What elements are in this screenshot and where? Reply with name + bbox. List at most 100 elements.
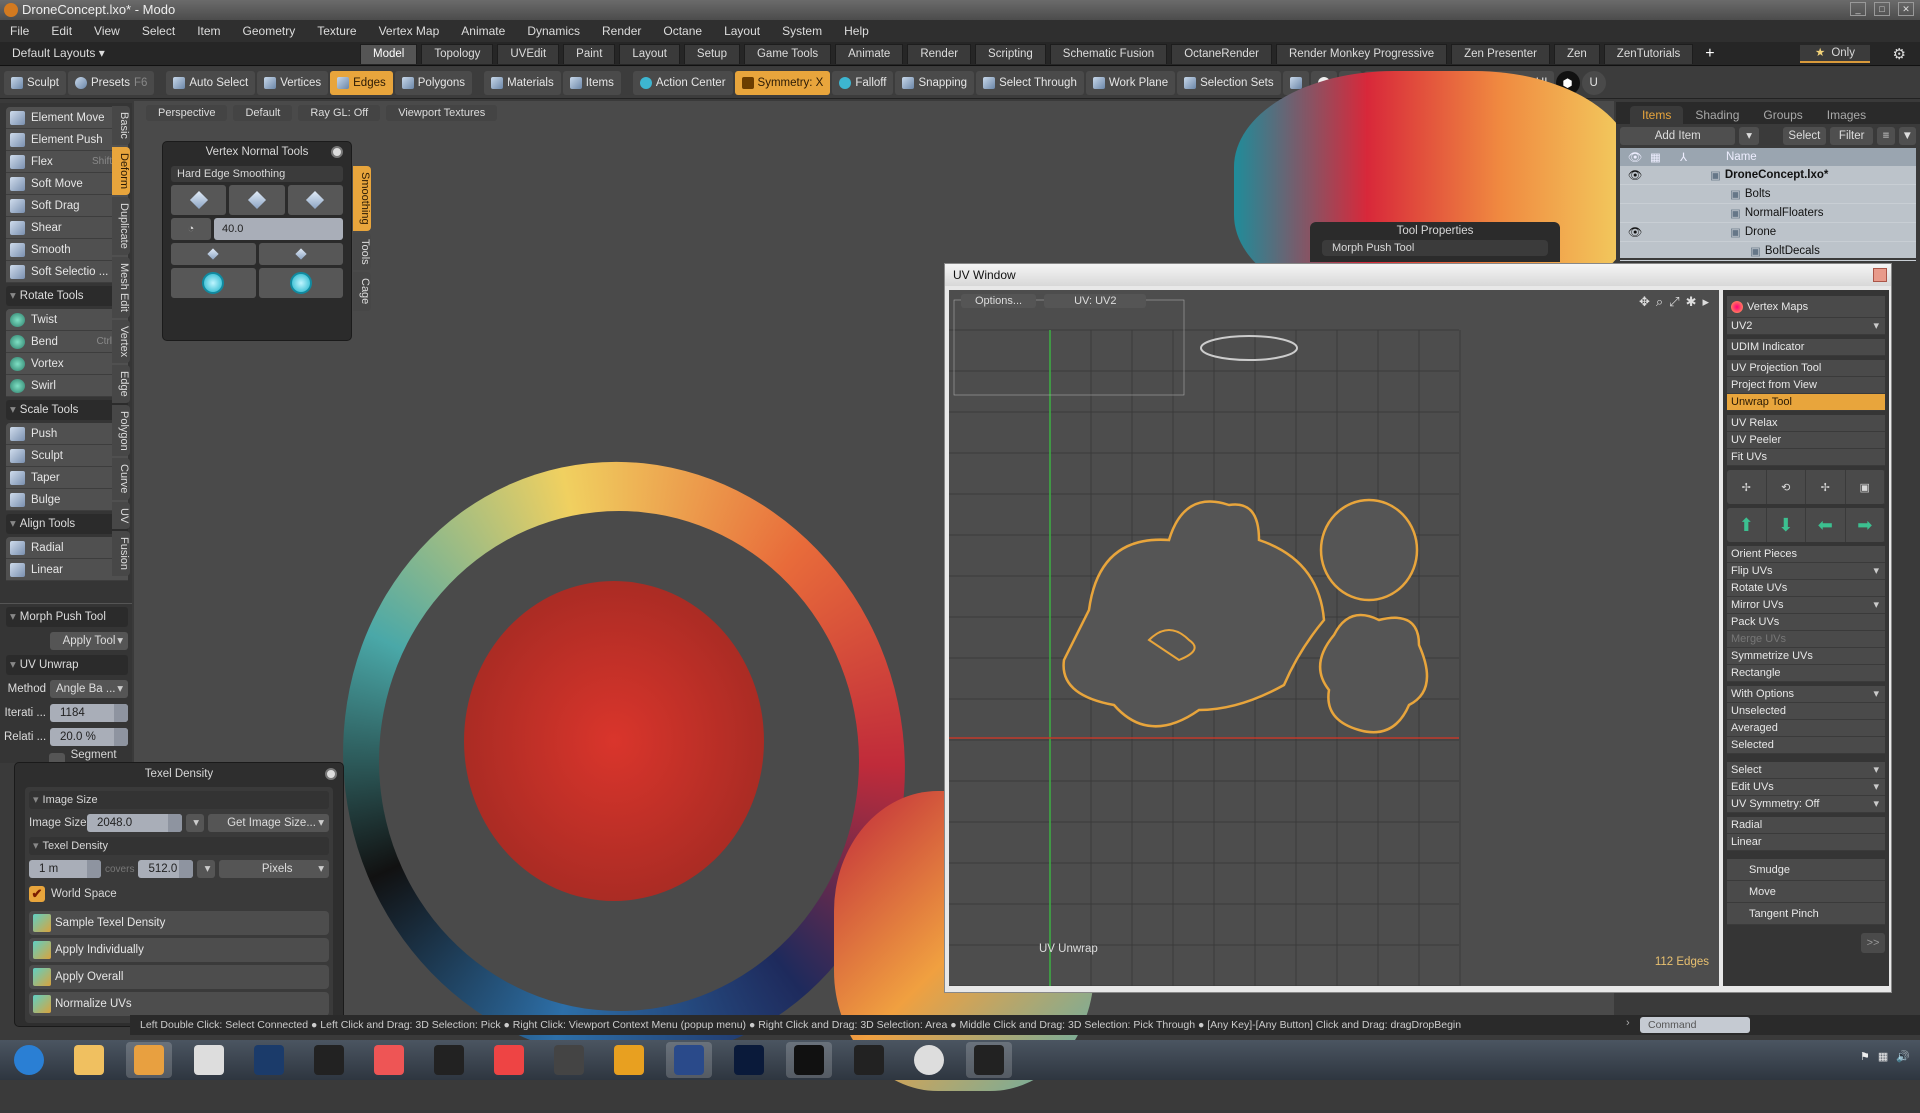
uv-map-dropdown[interactable]: UV2 <box>1727 318 1885 335</box>
falloff-button[interactable]: Falloff <box>832 70 894 95</box>
uv-move-button[interactable]: Move <box>1727 881 1885 903</box>
tool-soft-selectio-[interactable]: Soft Selectio ... <box>6 261 128 283</box>
taskbar-quixel[interactable] <box>306 1042 352 1078</box>
texel-density-header[interactable]: Texel Density <box>29 837 329 855</box>
taskbar-start[interactable] <box>6 1042 52 1078</box>
uv-move-button[interactable]: ✢ <box>1727 470 1767 504</box>
angle-button[interactable]: ◔ <box>171 218 211 240</box>
morph-push-header[interactable]: Morph Push Tool <box>6 607 128 627</box>
tool-twist[interactable]: Twist <box>6 309 128 331</box>
tab-game-tools[interactable]: Game Tools <box>743 44 832 64</box>
taskbar-unreal[interactable] <box>966 1042 1012 1078</box>
tab-model[interactable]: Model <box>360 44 418 64</box>
vtab-polygon[interactable]: Polygon <box>112 404 130 457</box>
more-button[interactable]: >> <box>1861 933 1885 953</box>
menu-file[interactable]: File <box>10 24 29 38</box>
vtab-edge[interactable]: Edge <box>112 364 130 403</box>
panel-pin-icon[interactable] <box>325 768 337 780</box>
uv-map-button[interactable]: UV: UV2 <box>1044 294 1147 308</box>
image-size-header[interactable]: Image Size <box>29 791 329 809</box>
menu-vertex-map[interactable]: Vertex Map <box>379 24 440 38</box>
uv-project-from-view-button[interactable]: Project from View <box>1727 377 1885 394</box>
work-plane-button[interactable]: Work Plane <box>1085 70 1176 95</box>
tree-row[interactable]: 👁 ▣ DroneConcept.lxo* <box>1620 166 1916 185</box>
vtab-deform[interactable]: Deform <box>112 146 130 195</box>
menu-geometry[interactable]: Geometry <box>243 24 296 38</box>
uv-transform-button[interactable]: ▣ <box>1846 470 1885 504</box>
harden-button[interactable] <box>171 185 227 215</box>
visibility-toggle-icon[interactable]: 👁 <box>1620 168 1650 182</box>
small-cube-button[interactable] <box>171 243 256 265</box>
menu-help[interactable]: Help <box>844 24 869 38</box>
apply-tool-button[interactable]: Apply Tool <box>50 632 128 650</box>
get-image-size-dropdown[interactable]: Get Image Size... <box>208 814 329 832</box>
tool-vortex[interactable]: Vortex <box>6 353 128 375</box>
close-button[interactable]: ✕ <box>1898 2 1914 16</box>
relative-field[interactable]: 20.0 % <box>50 728 128 746</box>
select-through-button[interactable]: Select Through <box>976 70 1084 95</box>
menu-octane[interactable]: Octane <box>663 24 702 38</box>
auto-select-button[interactable]: Auto Select <box>166 70 256 95</box>
uv-smudge-button[interactable]: Smudge <box>1727 859 1885 881</box>
recalc-normals-button[interactable] <box>171 268 256 298</box>
menu-select[interactable]: Select <box>142 24 175 38</box>
menu-texture[interactable]: Texture <box>317 24 356 38</box>
symmetry-button[interactable]: Symmetry: X <box>734 70 831 95</box>
tab-uvedit[interactable]: UVEdit <box>497 44 560 64</box>
zoom-icon[interactable]: ⌕ <box>1656 294 1663 310</box>
morph-push-tool-item[interactable]: Morph Push Tool <box>1322 240 1548 256</box>
vertices-button[interactable]: Vertices <box>257 70 329 95</box>
volume-icon[interactable]: 🔊 <box>1896 1050 1910 1063</box>
method-dropdown[interactable]: Angle Ba ... <box>50 680 128 698</box>
menu-view[interactable]: View <box>94 24 120 38</box>
edges-button[interactable]: Edges <box>330 70 393 95</box>
tool-sculpt[interactable]: Sculpt <box>6 445 128 467</box>
tab-schematic-fusion[interactable]: Schematic Fusion <box>1049 44 1168 64</box>
tool-soft-drag[interactable]: Soft Drag <box>6 195 128 217</box>
polygons-button[interactable]: Polygons <box>394 70 473 95</box>
distance-field[interactable]: 1 m <box>29 860 101 878</box>
image-size-preset-dropdown[interactable] <box>186 814 204 832</box>
funnel-icon[interactable]: ▼ <box>1898 127 1917 145</box>
tab-octanerender[interactable]: OctaneRender <box>1171 44 1272 64</box>
taskbar-marmoset[interactable] <box>366 1042 412 1078</box>
tab-groups[interactable]: Groups <box>1751 106 1814 124</box>
viewport-raygl[interactable]: Ray GL: Off <box>298 105 381 121</box>
world-space-checkbox[interactable]: ✔ <box>29 886 45 902</box>
arrow-right-icon[interactable]: ▸ <box>1702 294 1709 310</box>
tool-smooth[interactable]: Smooth <box>6 239 128 261</box>
taskbar-zbrush[interactable] <box>186 1042 232 1078</box>
command-input[interactable]: Command <box>1640 1017 1750 1033</box>
vtab-duplicate[interactable]: Duplicate <box>112 196 130 255</box>
menu-animate[interactable]: Animate <box>461 24 505 38</box>
image-size-field[interactable]: 2048.0 <box>87 814 182 832</box>
uv-options-button[interactable]: Options... <box>961 294 1037 308</box>
tab-cage[interactable]: Cage <box>353 272 371 311</box>
spinner-icon[interactable] <box>87 860 101 878</box>
visibility-toggle-icon[interactable]: 👁 <box>1620 225 1650 239</box>
menu-edit[interactable]: Edit <box>51 24 72 38</box>
taskbar-ln[interactable] <box>606 1042 652 1078</box>
vertex-maps-header[interactable]: Vertex Maps <box>1727 296 1885 318</box>
align-left-button[interactable]: ⬅ <box>1806 508 1846 542</box>
tab-render-monkey[interactable]: Render Monkey Progressive <box>1276 44 1448 64</box>
unreal-button[interactable]: U <box>1582 70 1607 95</box>
uv-unwrap-tool-button[interactable]: Unwrap Tool <box>1727 394 1885 411</box>
tab-scripting[interactable]: Scripting <box>975 44 1046 64</box>
uv-tangent-pinch-button[interactable]: Tangent Pinch <box>1727 903 1885 925</box>
apply-overall-button[interactable]: Apply Overall <box>29 965 329 989</box>
uv-scale-button[interactable]: ✢ <box>1806 470 1846 504</box>
scale-tools-header[interactable]: Scale Tools <box>6 400 128 420</box>
tab-zen-presenter[interactable]: Zen Presenter <box>1451 44 1550 64</box>
viewport-textures[interactable]: Viewport Textures <box>386 105 498 121</box>
uv-uv-peeler-button[interactable]: UV Peeler <box>1727 432 1885 449</box>
minimize-button[interactable]: _ <box>1850 2 1866 16</box>
taskbar-modo[interactable] <box>126 1042 172 1078</box>
tool-taper[interactable]: Taper <box>6 467 128 489</box>
tab-paint[interactable]: Paint <box>563 44 616 64</box>
selection-sets-button[interactable]: Selection Sets <box>1177 70 1281 95</box>
close-icon[interactable] <box>1873 268 1887 282</box>
rotate-tools-header[interactable]: Rotate Tools <box>6 286 128 306</box>
tab-render[interactable]: Render <box>907 44 972 64</box>
uv-rectangle-button[interactable]: Rectangle <box>1727 665 1885 682</box>
